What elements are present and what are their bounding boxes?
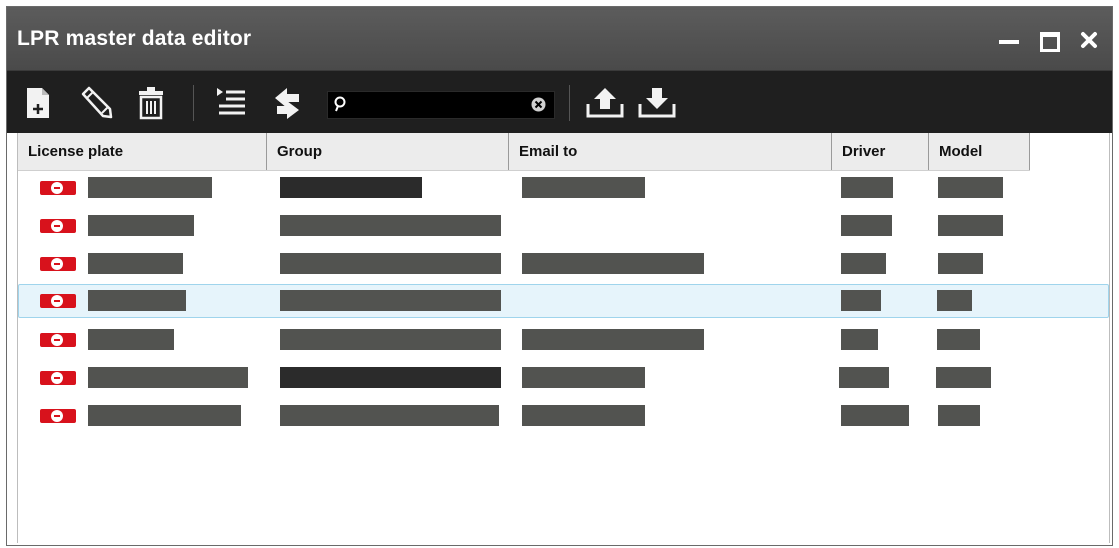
delete-trash-icon[interactable] [137, 86, 165, 120]
redacted-cell [280, 367, 501, 388]
redacted-cell [280, 290, 501, 311]
license-plate-icon [40, 371, 76, 385]
table-row[interactable] [18, 399, 1109, 433]
new-record-icon[interactable] [25, 86, 51, 120]
data-grid: License plate Group Email to Driver Mode… [17, 133, 1110, 543]
toolbar-separator [193, 85, 194, 121]
redacted-cell [841, 215, 892, 236]
table-row[interactable] [18, 209, 1109, 243]
license-plate-icon [40, 181, 76, 195]
redacted-cell [937, 290, 972, 311]
redacted-cell [280, 253, 501, 274]
column-header-email-to[interactable]: Email to [509, 133, 832, 170]
column-header-license-plate[interactable]: License plate [18, 133, 267, 170]
table-row[interactable] [18, 171, 1109, 205]
redacted-cell [841, 329, 878, 350]
redacted-cell [88, 329, 174, 350]
window-title: LPR master data editor [17, 27, 252, 50]
license-plate-icon [40, 294, 76, 308]
redacted-cell [88, 367, 248, 388]
window-controls [998, 29, 1100, 52]
redacted-cell [841, 405, 909, 426]
upload-icon[interactable] [585, 86, 625, 120]
license-plate-icon [40, 333, 76, 347]
redacted-cell [88, 253, 183, 274]
redacted-cell [938, 405, 980, 426]
redacted-cell [938, 177, 1003, 198]
redacted-cell [88, 177, 212, 198]
download-icon[interactable] [637, 86, 677, 120]
redacted-cell [937, 329, 980, 350]
redacted-cell [522, 405, 645, 426]
title-bar[interactable]: LPR master data editor [7, 7, 1112, 71]
column-header-group[interactable]: Group [267, 133, 509, 170]
sync-arrows-icon[interactable] [273, 86, 301, 120]
redacted-cell [280, 177, 422, 198]
search-box[interactable] [327, 91, 555, 119]
toolbar-separator [569, 85, 570, 121]
redacted-cell [938, 253, 983, 274]
column-header-driver[interactable]: Driver [832, 133, 929, 170]
redacted-cell [280, 215, 501, 236]
search-icon [334, 96, 346, 112]
redacted-cell [522, 177, 645, 198]
redacted-cell [841, 177, 893, 198]
redacted-cell [280, 329, 501, 350]
redacted-cell [841, 253, 886, 274]
redacted-cell [88, 290, 186, 311]
maximize-icon[interactable] [1038, 29, 1060, 52]
redacted-cell [936, 367, 991, 388]
editor-window: LPR master data editor License plate Gro… [6, 6, 1113, 546]
redacted-cell [841, 290, 881, 311]
table-row[interactable] [18, 247, 1109, 281]
redacted-cell [522, 329, 704, 350]
search-input[interactable] [352, 94, 526, 116]
minimize-icon[interactable] [998, 29, 1020, 51]
redacted-cell [88, 215, 194, 236]
clear-search-icon[interactable] [531, 97, 546, 112]
redacted-cell [280, 405, 499, 426]
table-row[interactable] [18, 323, 1109, 357]
redacted-cell [522, 253, 704, 274]
toolbar [7, 71, 1112, 133]
table-row[interactable] [18, 361, 1109, 395]
license-plate-icon [40, 409, 76, 423]
redacted-cell [938, 215, 1003, 236]
list-view-icon[interactable] [215, 86, 247, 120]
redacted-cell [522, 367, 645, 388]
column-header-model[interactable]: Model [929, 133, 1030, 170]
table-row-selected[interactable] [18, 284, 1109, 318]
edit-pencil-icon[interactable] [77, 86, 113, 120]
license-plate-icon [40, 257, 76, 271]
close-icon[interactable] [1078, 29, 1100, 51]
grid-header: License plate Group Email to Driver Mode… [18, 133, 1030, 171]
redacted-cell [88, 405, 241, 426]
redacted-cell [839, 367, 889, 388]
license-plate-icon [40, 219, 76, 233]
